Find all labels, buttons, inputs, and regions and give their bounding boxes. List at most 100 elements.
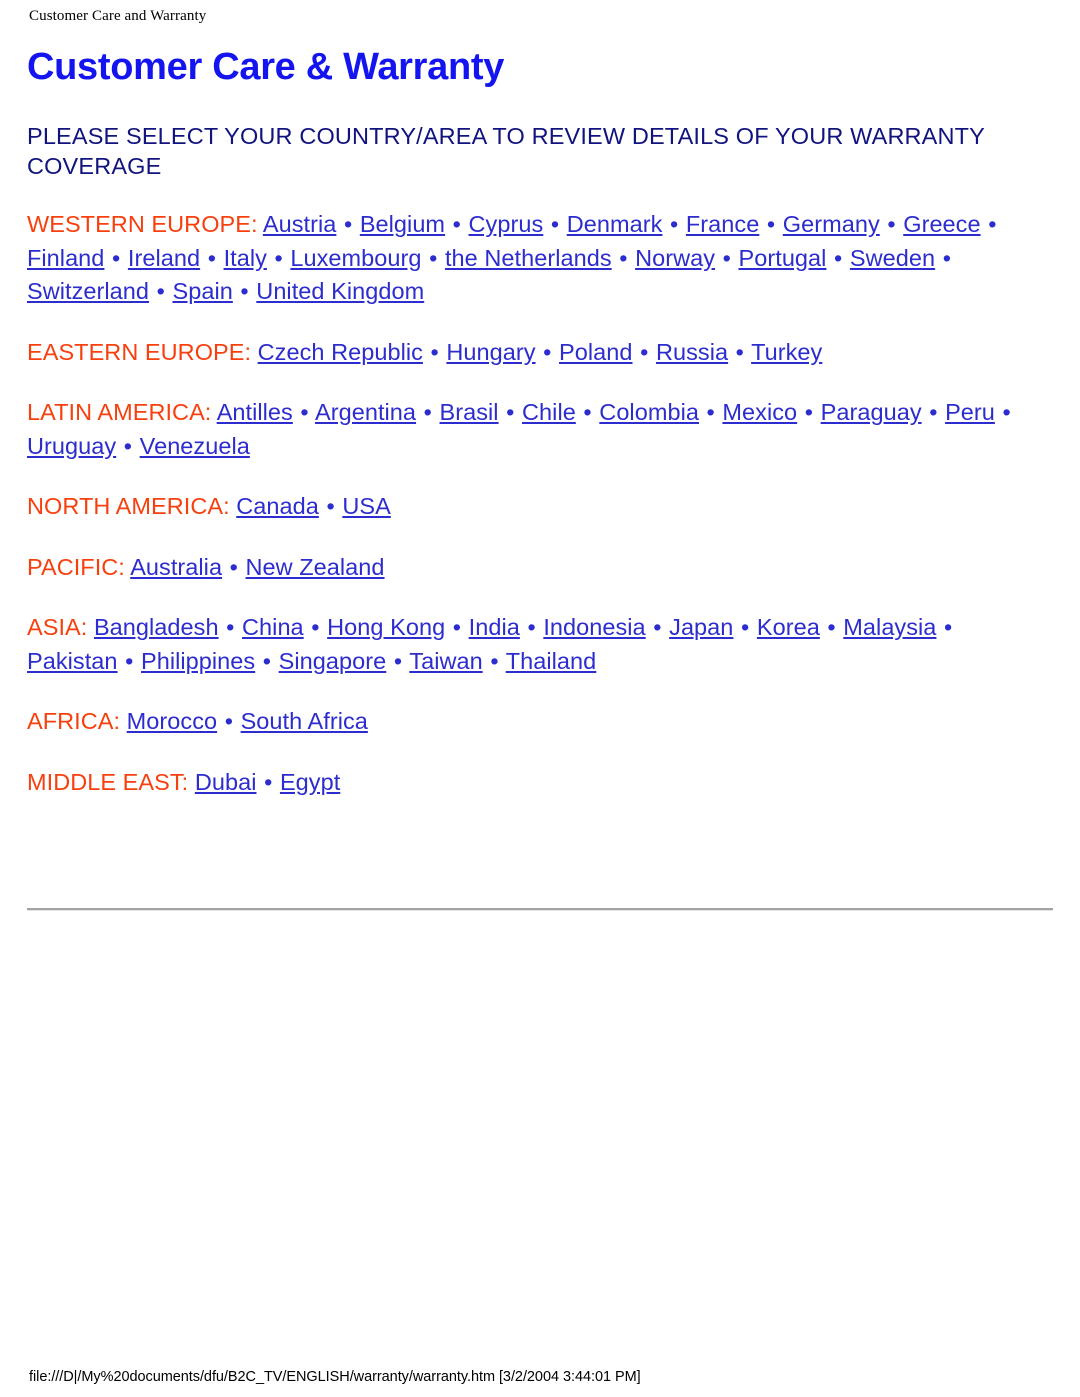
country-link-turkey[interactable]: Turkey xyxy=(751,339,822,365)
country-link-south-africa[interactable]: South Africa xyxy=(241,708,368,734)
bullet-separator-icon: • xyxy=(387,647,403,674)
bullet-separator-icon: • xyxy=(544,211,560,237)
country-link-denmark[interactable]: Denmark xyxy=(567,211,663,237)
country-link-uruguay[interactable]: Uruguay xyxy=(27,433,116,459)
bullet-separator-icon: • xyxy=(267,244,283,271)
country-link-morocco[interactable]: Morocco xyxy=(127,708,217,734)
country-link-argentina[interactable]: Argentina xyxy=(315,399,416,425)
bullet-separator-icon: • xyxy=(223,553,238,580)
bullet-separator-icon: • xyxy=(936,244,951,271)
country-link-mexico[interactable]: Mexico xyxy=(722,399,797,425)
country-link-france[interactable]: France xyxy=(686,211,759,237)
country-link-italy[interactable]: Italy xyxy=(224,245,267,271)
country-link-luxembourg[interactable]: Luxembourg xyxy=(290,245,421,271)
bullet-separator-icon: • xyxy=(423,338,439,365)
country-link-indonesia[interactable]: Indonesia xyxy=(543,614,645,640)
bullet-separator-icon: • xyxy=(699,399,715,425)
country-link-peru[interactable]: Peru xyxy=(945,399,995,425)
country-link-belgium[interactable]: Belgium xyxy=(360,211,445,237)
country-link-singapore[interactable]: Singapore xyxy=(279,648,387,674)
bullet-separator-icon: • xyxy=(612,244,628,271)
country-link-japan[interactable]: Japan xyxy=(669,614,733,640)
country-link-chile[interactable]: Chile xyxy=(522,399,576,425)
bullet-separator-icon: • xyxy=(150,278,165,304)
country-link-philippines[interactable]: Philippines xyxy=(141,648,255,674)
country-link-spain[interactable]: Spain xyxy=(172,278,232,304)
bullet-separator-icon: • xyxy=(820,614,836,640)
bullet-separator-icon: • xyxy=(729,338,744,365)
bullet-separator-icon: • xyxy=(257,768,273,795)
country-link-hungary[interactable]: Hungary xyxy=(446,339,535,365)
region-label-africa: AFRICA: xyxy=(27,708,121,734)
bullet-separator-icon: • xyxy=(446,211,461,237)
bullet-separator-icon: • xyxy=(319,493,335,519)
country-link-bangladesh[interactable]: Bangladesh xyxy=(94,614,219,640)
country-link-ireland[interactable]: Ireland xyxy=(128,245,200,271)
country-links-africa: Morocco • South Africa xyxy=(120,708,368,734)
bullet-separator-icon: • xyxy=(716,244,731,271)
bullet-separator-icon: • xyxy=(827,244,843,271)
bullet-separator-icon: • xyxy=(798,399,814,425)
country-links-pacific: Australia • New Zealand xyxy=(125,554,385,580)
bullet-separator-icon: • xyxy=(576,399,592,425)
country-link-russia[interactable]: Russia xyxy=(656,339,728,365)
bullet-separator-icon: • xyxy=(646,614,662,640)
country-link-the-netherlands[interactable]: the Netherlands xyxy=(445,245,612,271)
country-links-eastern-europe: Czech Republic • Hungary • Poland • Russ… xyxy=(251,338,823,365)
country-link-venezuela[interactable]: Venezuela xyxy=(140,433,250,459)
bullet-separator-icon: • xyxy=(422,244,438,271)
country-link-finland[interactable]: Finland xyxy=(27,245,104,271)
country-link-hong-kong[interactable]: Hong Kong xyxy=(327,614,445,640)
country-link-colombia[interactable]: Colombia xyxy=(599,399,699,425)
country-link-brasil[interactable]: Brasil xyxy=(440,399,499,425)
region-label-asia: ASIA: xyxy=(27,614,88,640)
bullet-separator-icon: • xyxy=(201,244,216,271)
country-link-new-zealand[interactable]: New Zealand xyxy=(246,554,385,580)
country-link-dubai[interactable]: Dubai xyxy=(195,769,257,795)
country-link-paraguay[interactable]: Paraguay xyxy=(821,399,922,425)
country-link-sweden[interactable]: Sweden xyxy=(850,245,935,271)
country-link-antilles[interactable]: Antilles xyxy=(217,399,293,425)
horizontal-divider xyxy=(27,908,1053,911)
region-pacific: PACIFIC: Australia • New Zealand xyxy=(27,551,1031,585)
bullet-separator-icon: • xyxy=(981,211,997,237)
country-link-germany[interactable]: Germany xyxy=(783,211,880,237)
country-link-pakistan[interactable]: Pakistan xyxy=(27,648,118,674)
country-link-switzerland[interactable]: Switzerland xyxy=(27,278,149,304)
country-link-australia[interactable]: Australia xyxy=(130,554,222,580)
country-link-portugal[interactable]: Portugal xyxy=(739,245,827,271)
running-page-header: Customer Care and Warranty xyxy=(29,8,207,24)
country-link-united-kingdom[interactable]: United Kingdom xyxy=(256,278,424,304)
country-links-north-america: Canada • USA xyxy=(230,493,391,519)
country-link-taiwan[interactable]: Taiwan xyxy=(409,648,482,674)
country-links-middle-east: Dubai • Egypt xyxy=(188,769,340,795)
bullet-separator-icon: • xyxy=(233,278,249,304)
country-link-greece[interactable]: Greece xyxy=(903,211,980,237)
country-link-thailand[interactable]: Thailand xyxy=(506,648,597,674)
country-link-korea[interactable]: Korea xyxy=(757,614,820,640)
region-africa: AFRICA: Morocco • South Africa xyxy=(27,705,1031,739)
country-link-cyprus[interactable]: Cyprus xyxy=(469,211,544,237)
country-link-usa[interactable]: USA xyxy=(342,493,390,519)
country-link-austria[interactable]: Austria xyxy=(263,211,337,237)
country-link-poland[interactable]: Poland xyxy=(559,339,632,365)
region-north-america: NORTH AMERICA: Canada • USA xyxy=(27,490,1031,524)
region-label-north-america: NORTH AMERICA: xyxy=(27,493,230,519)
country-link-norway[interactable]: Norway xyxy=(635,245,715,271)
bullet-separator-icon: • xyxy=(118,647,134,674)
region-label-middle-east: MIDDLE EAST: xyxy=(27,768,189,795)
page-title: Customer Care & Warranty xyxy=(27,46,505,88)
country-link-malaysia[interactable]: Malaysia xyxy=(843,614,936,640)
bullet-separator-icon: • xyxy=(922,399,938,425)
region-middle-east: MIDDLE EAST: Dubai • Egypt xyxy=(27,766,1031,800)
region-list: WESTERN EUROPE: Austria • Belgium • Cypr… xyxy=(27,208,1031,799)
bullet-separator-icon: • xyxy=(117,432,133,459)
bullet-separator-icon: • xyxy=(304,614,320,640)
country-link-india[interactable]: India xyxy=(469,614,520,640)
country-link-china[interactable]: China xyxy=(242,614,304,640)
country-link-egypt[interactable]: Egypt xyxy=(280,769,340,795)
region-asia: ASIA: Bangladesh • China • Hong Kong • I… xyxy=(27,611,1031,678)
country-link-canada[interactable]: Canada xyxy=(236,493,319,519)
country-link-czech-republic[interactable]: Czech Republic xyxy=(258,339,423,365)
bullet-separator-icon: • xyxy=(483,647,499,674)
